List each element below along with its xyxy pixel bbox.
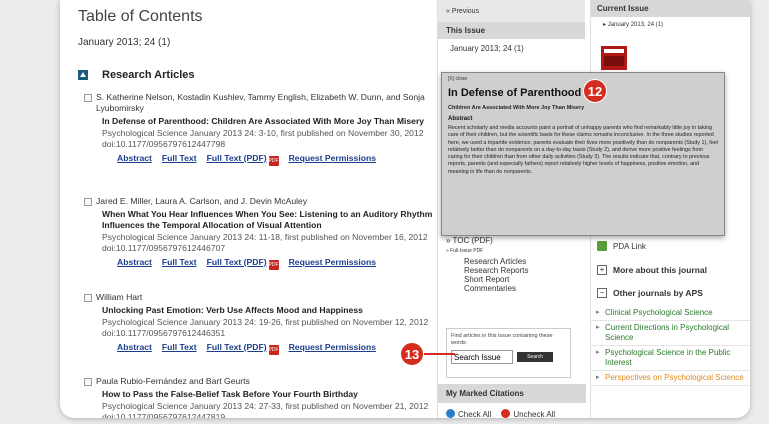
journal-link[interactable]: Clinical Psychological Science <box>591 306 750 321</box>
issue-search-box: Find articles in this issue containing t… <box>446 328 571 378</box>
article-checkbox[interactable] <box>84 294 92 302</box>
callout-badge-13: 13 <box>400 342 424 366</box>
full-text-link[interactable]: Full Text <box>162 342 197 355</box>
article-citation: Psychological Science January 2013 24: 3… <box>102 128 424 149</box>
issue-sections-list: » TOC (PDF) » Full-Issue PDF Research Ar… <box>438 236 586 293</box>
more-about-journal[interactable]: + More about this journal <box>597 265 745 275</box>
marked-citations-heading: My Marked Citations <box>438 384 586 403</box>
section-label: Research Articles <box>102 69 195 81</box>
other-journals-list: Clinical Psychological Science Current D… <box>591 306 750 386</box>
section-heading[interactable]: Research Articles <box>78 69 195 81</box>
article-citation: Psychological Science January 2013 24: 1… <box>102 232 428 253</box>
article-item: Paula Rubio-Fernández and Bart Geurts Ho… <box>84 376 444 418</box>
popup-abstract-text: Recent scholarly and media accounts pain… <box>448 125 718 175</box>
journal-cover-thumbnail[interactable] <box>601 46 627 70</box>
pdf-icon: PDF <box>268 345 279 355</box>
expand-icon: + <box>597 265 607 275</box>
search-button[interactable]: Search <box>517 352 553 362</box>
marked-citations: My Marked Citations Check All Uncheck Al… <box>438 384 586 418</box>
article-links: Abstract Full Text Full Text (PDF) PDF Re… <box>117 153 444 166</box>
article-checkbox[interactable] <box>84 94 92 102</box>
journal-link[interactable]: Perspectives on Psychological Science <box>591 371 750 386</box>
article-authors: Paula Rubio-Fernández and Bart Geurts <box>96 376 250 386</box>
journal-link[interactable]: Current Directions in Psychological Scie… <box>591 321 750 346</box>
article-links: Abstract Full Text Full Text (PDF) PDF Re… <box>117 257 444 270</box>
pdf-icon: PDF <box>268 260 279 270</box>
full-text-link[interactable]: Full Text <box>162 257 197 270</box>
article-title: When What You Hear Influences When You S… <box>102 209 433 230</box>
request-permissions-link[interactable]: Request Permissions <box>289 257 376 270</box>
journal-link[interactable]: Psychological Science in the Public Inte… <box>591 346 750 371</box>
article-item: Jared E. Miller, Laura A. Carlson, and J… <box>84 196 444 270</box>
article-citation: Psychological Science January 2013 24: 1… <box>102 317 429 338</box>
issue-date: January 2013; 24 (1) <box>78 37 171 48</box>
this-issue-date: January 2013; 24 (1) <box>450 44 524 53</box>
article-checkbox[interactable] <box>84 198 92 206</box>
pda-link[interactable]: PDA Link <box>597 241 646 251</box>
request-permissions-link[interactable]: Request Permissions <box>289 153 376 166</box>
section-link[interactable]: Short Report <box>464 275 586 284</box>
check-all-button[interactable]: Check All <box>446 409 491 418</box>
uncheck-icon <box>501 409 511 418</box>
callout-badge-12: 12 <box>583 79 607 103</box>
section-link[interactable]: Research Reports <box>464 266 586 275</box>
full-text-pdf-link[interactable]: Full Text (PDF) <box>207 257 267 267</box>
current-issue-link[interactable]: ▸ January 2013, 24 (1) <box>591 17 750 28</box>
article-authors: Jared E. Miller, Laura A. Carlson, and J… <box>96 196 308 206</box>
collapse-icon[interactable] <box>78 70 88 80</box>
abstract-link[interactable]: Abstract <box>117 257 152 270</box>
request-permissions-link[interactable]: Request Permissions <box>289 342 376 355</box>
collapse-icon: − <box>597 288 607 298</box>
popup-close-button[interactable]: [X] close <box>448 76 718 82</box>
current-issue-heading: Current Issue <box>591 0 750 17</box>
page-title: Table of Contents <box>78 8 203 25</box>
callout-pointer <box>423 353 455 355</box>
full-text-pdf-link[interactable]: Full Text (PDF) <box>207 342 267 352</box>
article-links: Abstract Full Text Full Text (PDF) PDF Re… <box>117 342 444 355</box>
uncheck-all-button[interactable]: Uncheck All <box>501 409 555 418</box>
popup-subtitle: Children Are Associated With More Joy Th… <box>448 105 585 111</box>
search-label: Find articles in this issue containing t… <box>451 333 553 346</box>
article-citation: Psychological Science January 2013 24: 2… <box>102 401 429 418</box>
toc-main: Table of Contents January 2013; 24 (1) R… <box>60 0 438 418</box>
article-title: In Defense of Parenthood: Children Are A… <box>102 116 425 126</box>
article-title: Unlocking Past Emotion: Verb Use Affects… <box>102 305 363 315</box>
full-text-pdf-link[interactable]: Full Text (PDF) <box>207 153 267 163</box>
check-icon <box>446 409 455 418</box>
article-authors: William Hart <box>96 292 143 302</box>
article-item: William Hart Unlocking Past Emotion: Ver… <box>84 292 444 355</box>
pda-icon <box>597 241 607 251</box>
section-link[interactable]: Commentaries <box>464 284 586 293</box>
article-authors: S. Katherine Nelson, Kostadin Kushlev, T… <box>96 92 425 113</box>
other-journals-heading[interactable]: − Other journals by APS <box>597 288 745 298</box>
toc-pdf-link[interactable]: » TOC (PDF) <box>446 236 586 245</box>
abstract-popup: [X] close In Defense of Parenthood Child… <box>441 72 725 236</box>
abstract-link[interactable]: Abstract <box>117 153 152 166</box>
abstract-link[interactable]: Abstract <box>117 342 152 355</box>
article-title: How to Pass the False-Belief Task Before… <box>102 389 358 399</box>
section-link[interactable]: Research Articles <box>464 257 586 266</box>
full-issue-pdf-link[interactable]: » Full-Issue PDF <box>446 248 586 254</box>
this-issue-heading: This Issue <box>438 22 585 39</box>
previous-link[interactable]: « Previous <box>438 0 585 22</box>
pdf-icon: PDF <box>268 156 279 166</box>
search-input[interactable] <box>451 350 513 364</box>
article-item: S. Katherine Nelson, Kostadin Kushlev, T… <box>84 92 444 166</box>
full-text-link[interactable]: Full Text <box>162 153 197 166</box>
article-checkbox[interactable] <box>84 378 92 386</box>
popup-abstract-label: Abstract <box>448 116 473 122</box>
